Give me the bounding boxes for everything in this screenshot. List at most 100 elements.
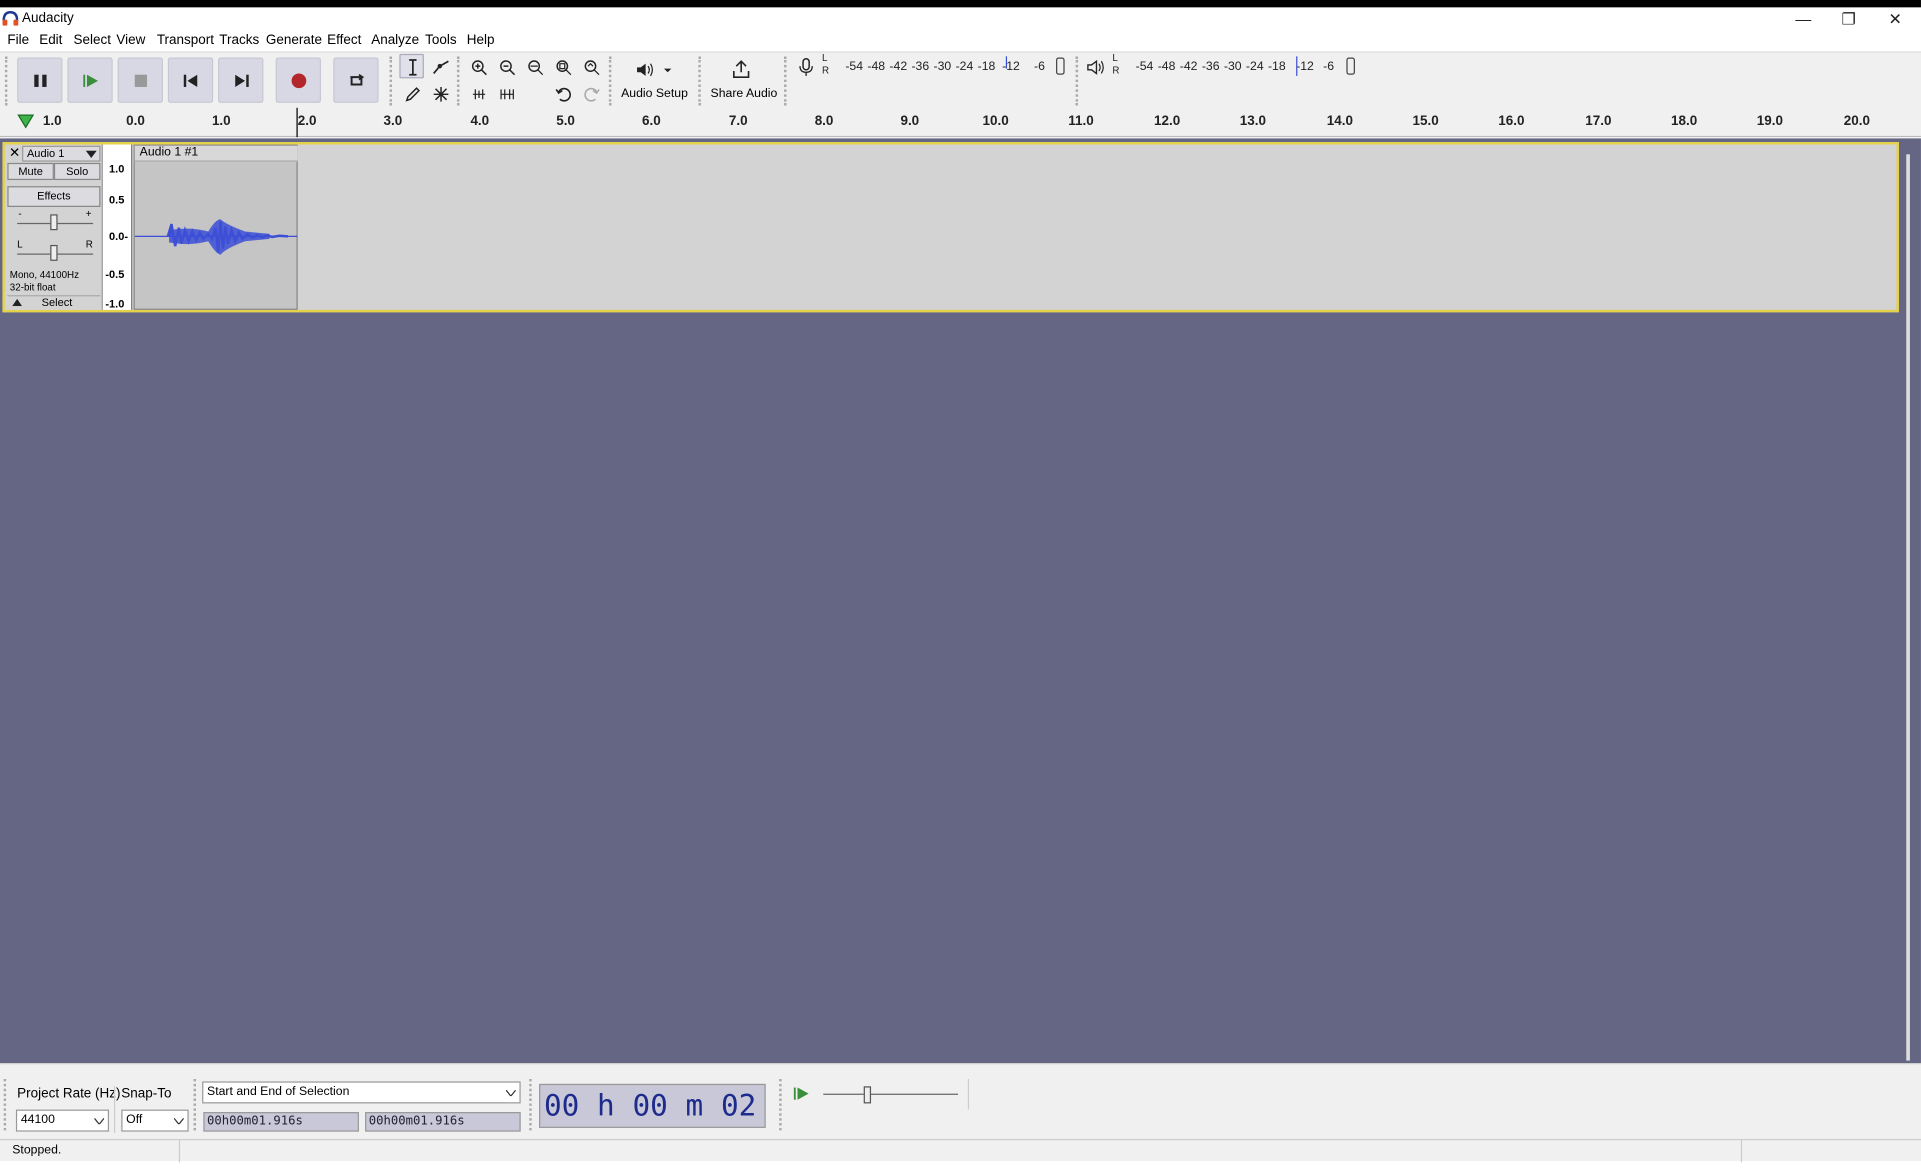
vruler-label: 0.0- bbox=[109, 230, 129, 243]
clip-title[interactable]: Audio 1 #1 bbox=[134, 145, 298, 162]
multi-tool-button[interactable] bbox=[428, 81, 453, 105]
record-meter[interactable]: -54 -48 -42 -36 -30 -24 -18 -12 -6 bbox=[833, 56, 1066, 76]
draw-tool-button[interactable] bbox=[399, 81, 424, 105]
fit-project-button[interactable] bbox=[550, 54, 575, 78]
window-title: Audacity bbox=[22, 11, 74, 26]
track-select-bar[interactable]: Select bbox=[7, 295, 101, 309]
playback-scale-label: -54 bbox=[1135, 60, 1154, 74]
mute-button[interactable]: Mute bbox=[7, 162, 54, 181]
menu-tools[interactable]: Tools bbox=[425, 33, 456, 48]
track-name-menu[interactable]: Audio 1 bbox=[22, 145, 101, 162]
record-button[interactable] bbox=[275, 57, 321, 103]
envelope-tool-button[interactable] bbox=[428, 54, 453, 78]
gain-plus-label: + bbox=[85, 208, 92, 220]
share-audio-label: Share Audio bbox=[710, 86, 778, 101]
playback-meter-slider-handle[interactable] bbox=[1346, 57, 1355, 75]
restore-icon[interactable]: ❐ bbox=[1825, 7, 1872, 30]
zoom-in-button[interactable] bbox=[466, 54, 491, 78]
record-meter-slider-handle[interactable] bbox=[1056, 57, 1065, 75]
playback-speed-slider[interactable] bbox=[823, 1093, 959, 1095]
timeline-ruler[interactable]: 1.0 0.0 1.0 2.0 3.0 4.0 5.0 6.0 7.0 8.0 … bbox=[0, 107, 1921, 138]
track-area[interactable]: ✕ Audio 1 Mute Solo Effects - + L R Mono… bbox=[0, 138, 1921, 1064]
toolbar-grip[interactable] bbox=[193, 1078, 199, 1131]
share-audio-button[interactable]: Share Audio bbox=[706, 55, 780, 104]
menu-view[interactable]: View bbox=[116, 33, 145, 48]
divider bbox=[1740, 1140, 1743, 1163]
zoom-toggle-button[interactable] bbox=[578, 54, 603, 78]
toolbar: Audio Setup Share Audio L R -54 -48 -42 … bbox=[0, 51, 1921, 108]
menu-transport[interactable]: Transport bbox=[157, 33, 214, 48]
gain-slider-handle[interactable] bbox=[50, 214, 58, 231]
gain-minus-label: - bbox=[18, 208, 22, 220]
status-text: Stopped. bbox=[12, 1143, 62, 1158]
ruler-tick-label: 3.0 bbox=[383, 113, 403, 129]
ruler-tick-label: 20.0 bbox=[1843, 113, 1871, 129]
zoom-selection-icon bbox=[528, 60, 544, 76]
vertical-scrollbar[interactable] bbox=[1906, 154, 1910, 1061]
selection-start-time[interactable]: 00h00m01.916s bbox=[203, 1112, 359, 1132]
audio-track[interactable]: ✕ Audio 1 Mute Solo Effects - + L R Mono… bbox=[2, 142, 1899, 313]
pan-left-label: L bbox=[17, 238, 23, 250]
ruler-tick-label: 17.0 bbox=[1585, 113, 1612, 129]
solo-button[interactable]: Solo bbox=[53, 162, 101, 181]
menu-effect[interactable]: Effect bbox=[327, 33, 361, 48]
fit-selection-button[interactable] bbox=[522, 54, 547, 78]
timeline-options-icon[interactable] bbox=[17, 114, 35, 129]
audio-clip[interactable]: Audio 1 #1 bbox=[133, 144, 298, 310]
menu-file[interactable]: File bbox=[7, 33, 29, 48]
vertical-ruler[interactable]: 1.0 0.5 0.0- -0.5 -1.0 bbox=[102, 144, 133, 310]
minimize-icon[interactable]: — bbox=[1780, 7, 1827, 30]
silence-audio-button[interactable] bbox=[494, 81, 519, 105]
skip-to-start-button[interactable] bbox=[167, 57, 214, 103]
play-at-speed-button[interactable] bbox=[791, 1084, 813, 1106]
close-icon[interactable]: ✕ bbox=[1872, 7, 1919, 30]
select-track-button[interactable]: Select bbox=[42, 296, 73, 308]
toolbar-grip[interactable] bbox=[784, 56, 789, 106]
play-button[interactable] bbox=[67, 57, 113, 103]
toolbar-grip[interactable] bbox=[4, 56, 10, 106]
menu-help[interactable]: Help bbox=[467, 33, 495, 48]
project-rate-label: Project Rate (Hz) bbox=[17, 1086, 121, 1102]
toolbar-grip[interactable] bbox=[3, 1078, 9, 1131]
redo-button[interactable] bbox=[578, 81, 603, 105]
track-name: Audio 1 bbox=[26, 146, 65, 160]
record-meter-button[interactable] bbox=[796, 58, 816, 80]
selection-end-time[interactable]: 00h00m01.916s bbox=[365, 1112, 521, 1132]
stop-button[interactable] bbox=[117, 57, 163, 103]
pause-button[interactable] bbox=[17, 57, 63, 103]
trim-audio-button[interactable] bbox=[466, 81, 491, 105]
skip-to-end-button[interactable] bbox=[218, 57, 264, 103]
toolbar-grip[interactable] bbox=[1075, 56, 1081, 106]
playback-meter-button[interactable] bbox=[1087, 58, 1107, 80]
time-display[interactable]: 00 h 00 m 02 s bbox=[539, 1083, 766, 1165]
menu-edit[interactable]: Edit bbox=[39, 33, 62, 48]
menu-analyze[interactable]: Analyze bbox=[371, 33, 419, 48]
selection-tool-button[interactable] bbox=[399, 53, 424, 79]
speaker-icon bbox=[1087, 59, 1104, 75]
menu-select[interactable]: Select bbox=[74, 33, 111, 48]
toolbar-grip[interactable] bbox=[698, 56, 703, 106]
project-rate-select[interactable]: 44100 bbox=[15, 1109, 110, 1132]
stop-icon bbox=[134, 74, 148, 87]
toolbar-grip[interactable] bbox=[389, 56, 395, 106]
toolbar-grip[interactable] bbox=[456, 56, 462, 106]
menu-generate[interactable]: Generate bbox=[266, 33, 322, 48]
close-track-icon[interactable]: ✕ bbox=[7, 146, 22, 161]
ruler-tick-label: 13.0 bbox=[1239, 113, 1267, 129]
menu-tracks[interactable]: Tracks bbox=[219, 33, 259, 48]
playback-speed-handle[interactable] bbox=[863, 1086, 872, 1104]
toolbar-grip[interactable] bbox=[529, 1078, 534, 1131]
pan-slider-handle[interactable] bbox=[50, 244, 58, 261]
toolbar-grip[interactable] bbox=[608, 56, 614, 106]
selection-mode-select[interactable]: Start and End of Selection bbox=[202, 1081, 521, 1104]
zoom-out-button[interactable] bbox=[494, 54, 519, 78]
snap-to-value: Off bbox=[126, 1113, 143, 1127]
undo-button[interactable] bbox=[550, 81, 575, 105]
audio-setup-button[interactable]: Audio Setup bbox=[617, 55, 693, 104]
loop-button[interactable] bbox=[333, 57, 379, 103]
effects-button[interactable]: Effects bbox=[7, 186, 101, 207]
collapse-track-icon[interactable] bbox=[12, 298, 23, 307]
playback-meter[interactable]: -54 -48 -42 -36 -30 -24 -18 -12 -6 bbox=[1123, 56, 1361, 76]
toolbar-grip[interactable] bbox=[779, 1078, 784, 1131]
snap-to-select[interactable]: Off bbox=[121, 1109, 189, 1132]
